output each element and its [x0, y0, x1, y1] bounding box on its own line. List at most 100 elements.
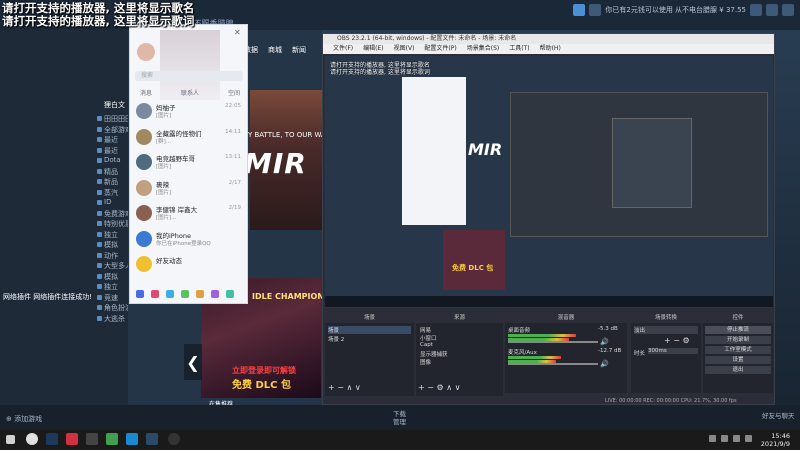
preview-idle-ad — [443, 230, 505, 290]
volume-slider[interactable] — [508, 363, 598, 365]
broadcast-icon[interactable] — [573, 4, 586, 16]
transition-select[interactable]: 淡出 — [634, 326, 698, 334]
library-item[interactable]: 蒸汽 — [104, 188, 118, 198]
tray-icon[interactable] — [709, 435, 716, 442]
game-icon[interactable] — [86, 433, 98, 445]
speaker-icon[interactable]: 🔊 — [600, 338, 609, 346]
qq-chat-row[interactable]: 电竞越野车哥 [图片] 13:11 — [133, 151, 245, 175]
library-item[interactable]: ID — [104, 198, 111, 206]
menu-item[interactable]: 帮助(H) — [540, 44, 561, 54]
control-button[interactable]: 开始录制 — [705, 336, 771, 344]
source-controls[interactable]: + − ⚙ ∧ ∨ — [418, 383, 460, 392]
menu-item[interactable]: 文件(F) — [333, 44, 353, 54]
library-item[interactable]: 大逃杀 — [104, 314, 125, 324]
volume-slider[interactable] — [508, 341, 598, 343]
obs-icon[interactable] — [168, 433, 180, 445]
control-button[interactable]: 停止推流 — [705, 326, 771, 334]
library-item-icon — [97, 263, 102, 268]
account-info[interactable]: 你已有2元钱可以使用 从不电台腊腺 ¥ 37.55 — [605, 5, 746, 15]
tray-icon[interactable] — [721, 435, 728, 442]
add-game-button[interactable]: ⊕ 添加游戏 — [6, 414, 42, 424]
clock-date: 2021/9/9 — [760, 440, 790, 448]
library-item-icon — [97, 147, 102, 153]
qq-bottom-toolbar — [130, 285, 247, 303]
app-icon[interactable] — [151, 290, 159, 298]
scene-item[interactable]: 场景 — [328, 326, 411, 334]
qq-avatar[interactable] — [137, 43, 155, 61]
contact-avatar — [136, 103, 152, 119]
close-icon[interactable]: ✕ — [234, 28, 241, 37]
source-item[interactable]: 图像 — [420, 358, 500, 366]
scene-controls[interactable]: + − ∧ ∨ — [328, 383, 361, 392]
library-item[interactable]: 独立 — [104, 230, 118, 240]
last-message: [图片] — [156, 164, 172, 170]
app-icon[interactable] — [196, 290, 204, 298]
friends-chat-button[interactable]: 好友与聊天 — [762, 412, 795, 420]
netease-music-icon[interactable] — [66, 433, 78, 445]
library-item[interactable]: Dota — [104, 156, 121, 164]
menu-item[interactable]: 视图(V) — [394, 44, 415, 54]
qq-chat-row[interactable]: 全藏露的怪物们 [群]... 14:11 — [133, 126, 245, 150]
library-item[interactable]: 最近 — [104, 135, 118, 145]
library-item[interactable]: 模拟 — [104, 272, 118, 282]
transition-controls[interactable]: + − ⚙ — [664, 336, 690, 345]
minimize-icon[interactable] — [750, 4, 762, 16]
library-item[interactable]: 精品 — [104, 167, 118, 177]
app-icon[interactable] — [166, 290, 174, 298]
close-icon[interactable] — [782, 4, 794, 16]
qq-chat-row[interactable]: 裹辣 [图片] 2/17 — [133, 177, 245, 201]
speaker-icon[interactable]: 🔊 — [600, 360, 609, 368]
library-item-icon — [97, 200, 102, 205]
menu-icon[interactable] — [136, 290, 144, 298]
maximize-icon[interactable] — [766, 4, 778, 16]
tab-space[interactable]: 空间 — [228, 88, 240, 97]
wechat-icon[interactable] — [106, 433, 118, 445]
library-item-icon — [97, 305, 102, 310]
control-button[interactable]: 设置 — [705, 356, 771, 364]
steam-icon[interactable] — [46, 433, 58, 445]
tab-contacts[interactable]: 联系人 — [181, 88, 199, 97]
source-item[interactable]: 网易 — [420, 326, 500, 334]
tray-icon[interactable] — [745, 435, 752, 442]
app-icon[interactable] — [226, 290, 234, 298]
qq-chat-row[interactable]: 妈柚子 [图片] 22:05 — [133, 100, 245, 124]
volume-meter — [508, 356, 561, 359]
control-button[interactable]: 退出 — [705, 366, 771, 374]
qq-icon[interactable] — [126, 433, 138, 445]
store-nav-item[interactable]: 商城 — [268, 45, 282, 59]
source-item[interactable]: 显示器捕获 — [420, 350, 500, 358]
control-button[interactable]: 工作室模式 — [705, 346, 771, 354]
start-icon[interactable] — [6, 435, 15, 444]
qq-chat-row[interactable]: 李健锦 岸鑫大 [图片]... 2/19 — [133, 202, 245, 226]
menu-item[interactable]: 场景集合(S) — [467, 44, 500, 54]
tab-messages[interactable]: 消息 — [140, 88, 152, 97]
steam-icon[interactable] — [146, 433, 158, 445]
app-icon[interactable] — [181, 290, 189, 298]
library-item[interactable]: 动作 — [104, 251, 118, 261]
windows-taskbar — [0, 430, 800, 450]
app-icon[interactable] — [211, 290, 219, 298]
library-item[interactable]: 竞速 — [104, 293, 118, 303]
library-item[interactable]: 新品 — [104, 177, 118, 187]
menu-item[interactable]: 工具(T) — [509, 44, 529, 54]
notification-icon[interactable] — [589, 4, 602, 16]
downloads-button[interactable]: 下载 管理 — [393, 410, 406, 426]
duration-input[interactable]: 300ms — [648, 348, 698, 354]
carousel-prev-button[interactable]: ❮ — [184, 344, 202, 380]
library-item[interactable]: 最近 — [104, 146, 118, 156]
source-item[interactable]: 小窗口 — [420, 334, 500, 342]
qq-search-input[interactable]: 搜索 — [135, 71, 243, 81]
source-item[interactable]: Capt — [420, 342, 500, 348]
scene-item[interactable]: 场景 2 — [328, 335, 344, 343]
library-item[interactable]: 独立 — [104, 282, 118, 292]
library-item[interactable]: 模拟 — [104, 240, 118, 250]
clock[interactable]: 15:46 2021/9/9 — [761, 432, 790, 448]
qq-chat-row[interactable]: 好友动态 — [133, 253, 245, 277]
qq-chat-row[interactable]: 我的iPhone 你已在iPhone登录QQ — [133, 228, 245, 252]
menu-item[interactable]: 编辑(E) — [363, 44, 383, 54]
tray-icon[interactable] — [733, 435, 740, 442]
desktop: 请打开支持的播放器, 这里将显示歌名 请打开支持的播放器, 这里将显示歌词 库 … — [0, 0, 800, 450]
chrome-icon[interactable] — [26, 433, 38, 445]
menu-item[interactable]: 配置文件(P) — [424, 44, 456, 54]
store-nav-item[interactable]: 新闻 — [292, 45, 306, 59]
